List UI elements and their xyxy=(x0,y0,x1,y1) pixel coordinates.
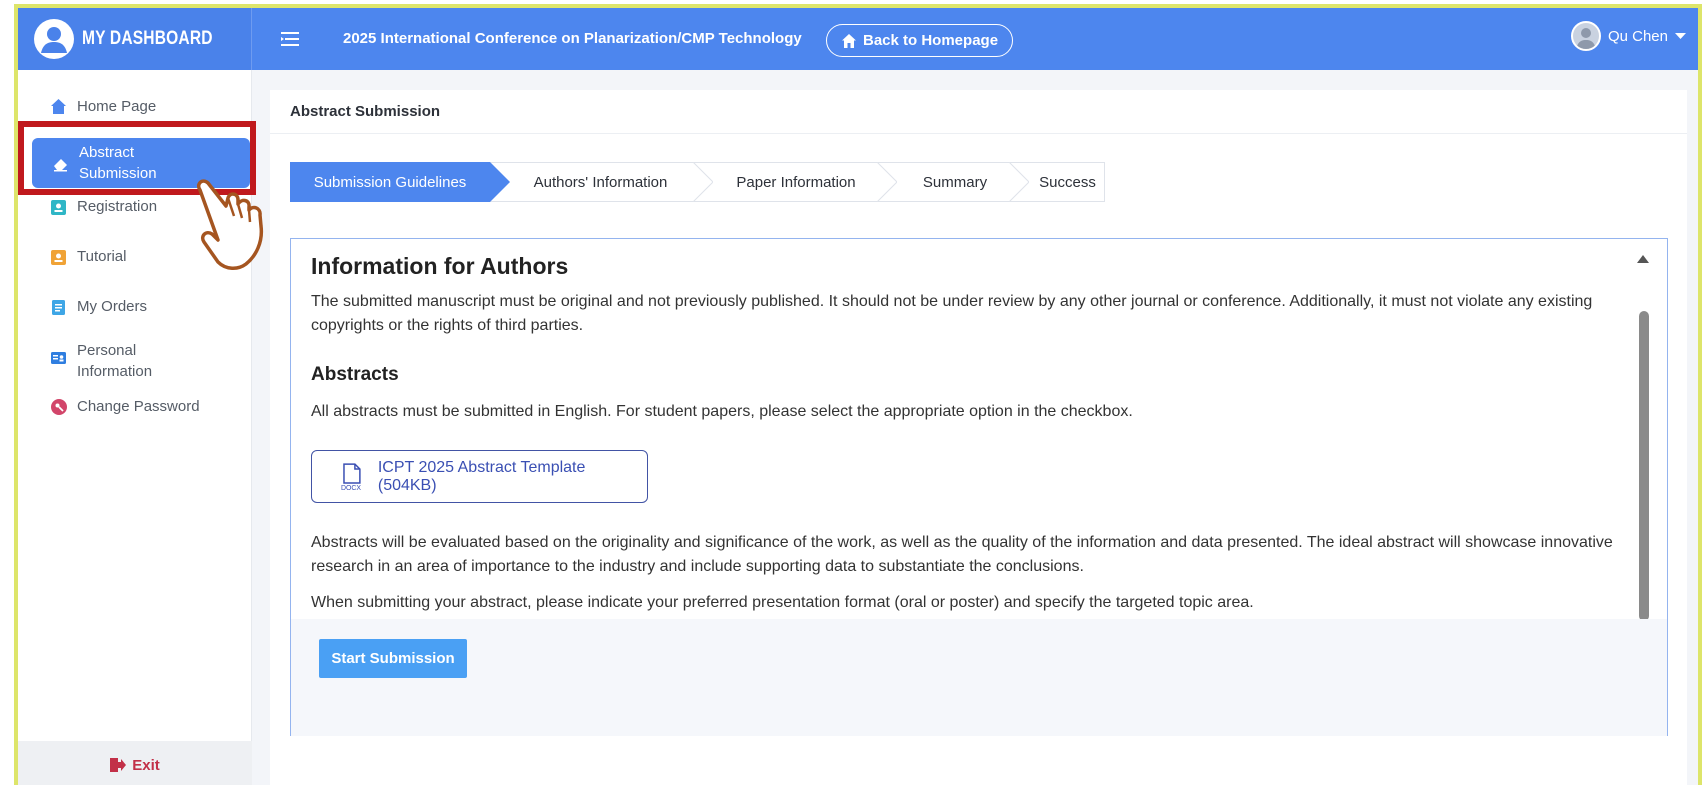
format-paragraph: When submitting your abstract, please in… xyxy=(311,594,1254,611)
back-to-homepage-label: Back to Homepage xyxy=(863,32,999,49)
step-submission-guidelines[interactable]: Submission Guidelines xyxy=(290,162,510,202)
sidebar-item-label: My Orders xyxy=(77,298,148,315)
sidebar-item-change-password[interactable]: Change Password xyxy=(50,396,200,417)
start-submission-button[interactable]: Start Submission xyxy=(319,639,467,678)
step-label: Paper Information xyxy=(736,173,856,191)
download-template-button[interactable]: DOCX ICPT 2025 Abstract Template (504KB) xyxy=(311,450,648,503)
id-card-icon xyxy=(50,349,67,366)
info-heading: Information for Authors xyxy=(311,253,569,279)
info-paragraph: The submitted manuscript must be origina… xyxy=(311,293,1593,334)
sidebar-item-label: Tutorial xyxy=(77,248,127,265)
exit-button[interactable]: Exit xyxy=(18,741,252,785)
key-icon xyxy=(50,398,67,415)
step-paper-information[interactable]: Paper Information xyxy=(693,162,897,202)
file-type-label: DOCX xyxy=(341,484,361,490)
step-label: Submission Guidelines xyxy=(313,173,467,191)
step-label: Authors' Information xyxy=(533,173,668,191)
user-menu[interactable]: Qu Chen xyxy=(1570,21,1686,51)
brand[interactable]: MY DASHBOARD xyxy=(18,8,252,70)
guidelines-scroll-area[interactable]: Information for Authors The submitted ma… xyxy=(291,239,1667,649)
sidebar-item-label: Registration xyxy=(77,198,158,215)
scrollbar-thumb[interactable] xyxy=(1639,311,1649,621)
home-icon xyxy=(50,98,67,115)
abstracts-heading: Abstracts xyxy=(311,364,399,385)
top-bar: MY DASHBOARD 2025 International Conferen… xyxy=(18,8,1698,70)
main-card: Abstract Submission Submission Guideline… xyxy=(270,90,1687,785)
sidebar-item-home[interactable]: Home Page xyxy=(50,96,156,117)
evaluation-paragraph: Abstracts will be evaluated based on the… xyxy=(311,534,1613,575)
conference-title: 2025 International Conference on Planari… xyxy=(343,30,802,47)
back-to-homepage-button[interactable]: Back to Homepage xyxy=(826,24,1014,57)
steps-wizard: Submission Guidelines Authors' Informati… xyxy=(290,162,1105,202)
docx-file-icon: DOCX xyxy=(341,462,361,491)
badge-icon xyxy=(50,198,67,215)
template-file-label: ICPT 2025 Abstract Template (504KB) xyxy=(377,458,586,494)
abstracts-paragraph: All abstracts must be submitted in Engli… xyxy=(311,403,1133,420)
sidebar-item-tutorial[interactable]: Tutorial xyxy=(50,246,126,267)
sidebar-item-my-orders[interactable]: My Orders xyxy=(50,296,147,317)
sidebar-item-label: Personal Information xyxy=(77,342,153,380)
step-label: Summary xyxy=(922,173,988,191)
guidelines-panel: Information for Authors The submitted ma… xyxy=(290,238,1668,736)
sidebar-item-personal-information[interactable]: Personal Information xyxy=(50,340,167,382)
step-label: Success xyxy=(1039,173,1096,191)
sidebar-item-registration[interactable]: Registration xyxy=(50,196,157,217)
panel-footer: Start Submission xyxy=(291,619,1667,736)
caret-down-icon xyxy=(1675,33,1686,39)
sidebar-item-label: Change Password xyxy=(77,398,200,415)
app-frame: MY DASHBOARD 2025 International Conferen… xyxy=(14,4,1702,785)
pointing-hand-icon xyxy=(196,179,264,270)
clipboard-icon xyxy=(50,298,67,315)
menu-toggle-icon[interactable] xyxy=(280,30,300,48)
brand-avatar-icon xyxy=(34,19,74,59)
scroll-up-icon[interactable] xyxy=(1637,255,1649,263)
house-icon xyxy=(842,33,856,48)
exit-label: Exit xyxy=(132,756,160,774)
tutorial-icon xyxy=(50,248,67,265)
user-name: Qu Chen xyxy=(1607,27,1668,45)
step-authors-information[interactable]: Authors' Information xyxy=(490,162,713,202)
user-avatar xyxy=(1570,21,1601,51)
sidebar-item-label: Home Page xyxy=(77,98,157,115)
card-title: Abstract Submission xyxy=(270,90,1687,134)
exit-icon xyxy=(110,758,127,772)
brand-title: MY DASHBOARD xyxy=(82,28,213,49)
